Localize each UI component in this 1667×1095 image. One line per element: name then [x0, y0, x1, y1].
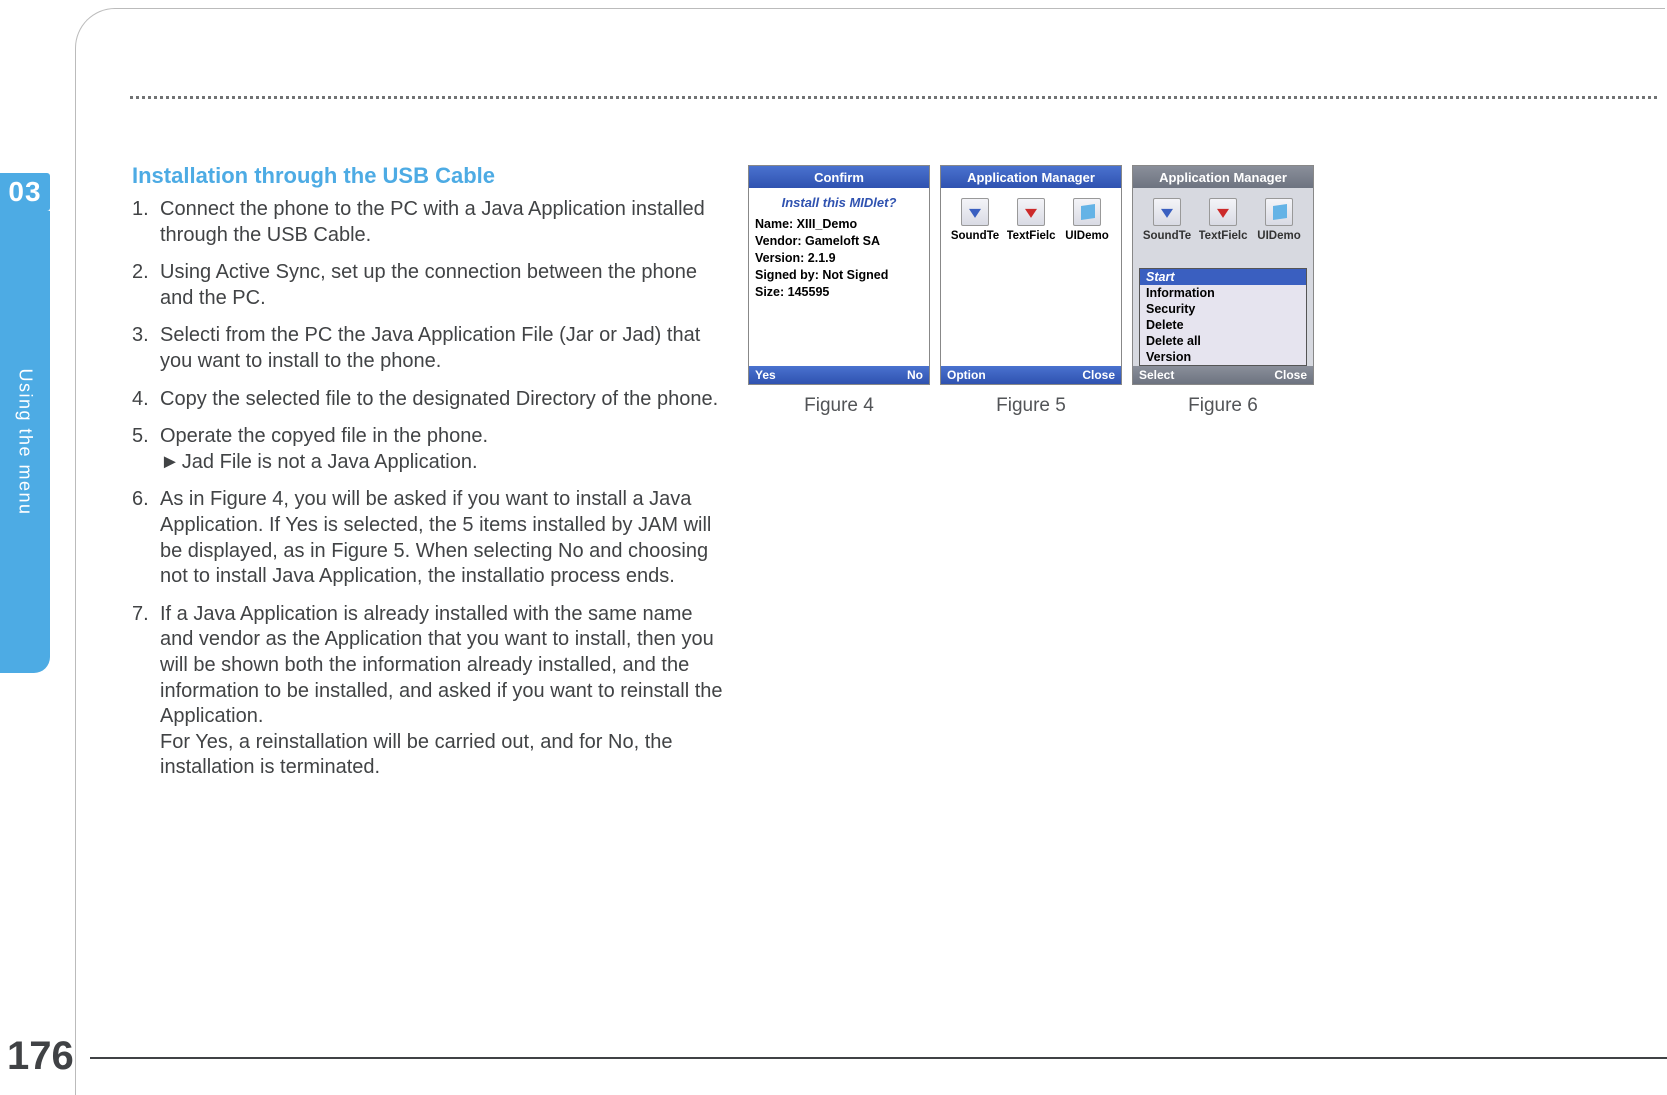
step-item: 5. Operate the copyed file in the phone.…	[132, 424, 727, 475]
step-number: 5.	[132, 424, 160, 475]
titlebar-text: Application Manager	[967, 170, 1095, 185]
figure-caption: Figure 6	[1132, 395, 1314, 417]
step-number: 6.	[132, 487, 160, 589]
softkey-bar: Select Close	[1133, 366, 1313, 384]
app-label: TextFielc	[1199, 230, 1248, 242]
section-title: Installation through the USB Cable	[132, 163, 727, 189]
info-line: Version: 2.1.9	[755, 250, 923, 267]
step-number: 1.	[132, 197, 160, 248]
app-item[interactable]: SoundTe	[948, 198, 1002, 242]
info-line: Size: 145595	[755, 284, 923, 301]
app-label: TextFielc	[1007, 230, 1056, 242]
info-line: Name: XIII_Demo	[755, 216, 923, 233]
phone-screen: Confirm Install this MIDlet? Name: XIII_…	[748, 165, 930, 385]
softkey-left[interactable]: Yes	[755, 368, 776, 382]
info-line: Vendor: Gameloft SA	[755, 233, 923, 250]
screen-body: Install this MIDlet? Name: XIII_Demo Ven…	[749, 188, 929, 366]
step-text: Operate the copyed file in the phone. Ja…	[160, 424, 727, 475]
app-icon	[1073, 198, 1101, 226]
figure-4: Confirm Install this MIDlet? Name: XIII_…	[748, 165, 930, 417]
figure-6: Application Manager SoundTe TextFielc UI…	[1132, 165, 1314, 417]
menu-item-version[interactable]: Version	[1140, 349, 1306, 365]
figures-row: Confirm Install this MIDlet? Name: XIII_…	[748, 165, 1314, 417]
step-text: If a Java Application is already install…	[160, 602, 727, 781]
side-tab-label: Using the menu	[15, 368, 36, 515]
app-label: SoundTe	[951, 230, 999, 242]
step-text-line: Operate the copyed file in the phone.	[160, 425, 488, 447]
app-item[interactable]: UIDemo	[1252, 198, 1306, 242]
step-note: Jad File is not a Java Application.	[160, 451, 478, 473]
softkey-bar: Option Close	[941, 366, 1121, 384]
step-text: Using Active Sync, set up the connection…	[160, 260, 727, 311]
chapter-number: 03	[8, 176, 41, 208]
step-number: 2.	[132, 260, 160, 311]
phone-screen: Application Manager SoundTe TextFielc UI…	[1132, 165, 1314, 385]
step-item: 7. If a Java Application is already inst…	[132, 602, 727, 781]
softkey-bar: Yes No	[749, 366, 929, 384]
menu-item-start[interactable]: Start	[1140, 269, 1306, 285]
step-number: 3.	[132, 323, 160, 374]
app-item[interactable]: SoundTe	[1140, 198, 1194, 242]
softkey-left[interactable]: Select	[1139, 368, 1174, 382]
titlebar: Confirm	[749, 166, 929, 188]
steps-list: 1. Connect the phone to the PC with a Ja…	[132, 197, 727, 781]
softkey-right[interactable]: No	[907, 368, 923, 382]
step-number: 4.	[132, 387, 160, 413]
app-icon	[1265, 198, 1293, 226]
app-label: UIDemo	[1065, 230, 1108, 242]
app-row: SoundTe TextFielc UIDemo	[947, 198, 1115, 242]
app-item[interactable]: UIDemo	[1060, 198, 1114, 242]
softkey-right[interactable]: Close	[1082, 368, 1115, 382]
app-item[interactable]: TextFielc	[1196, 198, 1250, 242]
titlebar: Application Manager	[941, 166, 1121, 188]
screen-body: SoundTe TextFielc UIDemo	[941, 188, 1121, 366]
app-icon	[961, 198, 989, 226]
softkey-right[interactable]: Close	[1274, 368, 1307, 382]
step-item: 4. Copy the selected file to the designa…	[132, 387, 727, 413]
menu-item-information[interactable]: Information	[1140, 285, 1306, 301]
figure-caption: Figure 5	[940, 395, 1122, 417]
softkey-left[interactable]: Option	[947, 368, 986, 382]
figure-5: Application Manager SoundTe TextFielc UI…	[940, 165, 1122, 417]
app-label: SoundTe	[1143, 230, 1191, 242]
app-icon	[1209, 198, 1237, 226]
step-text: As in Figure 4, you will be asked if you…	[160, 487, 727, 589]
app-row: SoundTe TextFielc UIDemo	[1139, 198, 1307, 242]
step-number: 7.	[132, 602, 160, 781]
app-label: UIDemo	[1257, 230, 1300, 242]
info-line: Signed by: Not Signed	[755, 267, 923, 284]
titlebar-text: Application Manager	[1159, 170, 1287, 185]
menu-item-delete[interactable]: Delete	[1140, 317, 1306, 333]
step-item: 1. Connect the phone to the PC with a Ja…	[132, 197, 727, 248]
context-menu: Start Information Security Delete Delete…	[1139, 268, 1307, 366]
step-item: 3. Selecti from the PC the Java Applicat…	[132, 323, 727, 374]
menu-item-security[interactable]: Security	[1140, 301, 1306, 317]
titlebar-text: Confirm	[814, 170, 864, 185]
menu-item-delete-all[interactable]: Delete all	[1140, 333, 1306, 349]
content-column: Installation through the USB Cable 1. Co…	[132, 163, 727, 793]
step-item: 6. As in Figure 4, you will be asked if …	[132, 487, 727, 589]
header-dotted-rule	[130, 96, 1657, 99]
page-number: 176	[7, 1034, 74, 1079]
footer-rule	[90, 1057, 1667, 1059]
app-item[interactable]: TextFielc	[1004, 198, 1058, 242]
chapter-badge: 03	[0, 173, 50, 211]
titlebar: Application Manager	[1133, 166, 1313, 188]
step-text: Selecti from the PC the Java Application…	[160, 323, 727, 374]
figure-caption: Figure 4	[748, 395, 930, 417]
step-text: Copy the selected file to the designated…	[160, 387, 727, 413]
app-icon	[1017, 198, 1045, 226]
step-text: Connect the phone to the PC with a Java …	[160, 197, 727, 248]
side-tab: Using the menu	[0, 211, 50, 673]
confirm-prompt: Install this MIDlet?	[755, 195, 923, 210]
app-icon	[1153, 198, 1181, 226]
phone-screen: Application Manager SoundTe TextFielc UI…	[940, 165, 1122, 385]
step-item: 2. Using Active Sync, set up the connect…	[132, 260, 727, 311]
